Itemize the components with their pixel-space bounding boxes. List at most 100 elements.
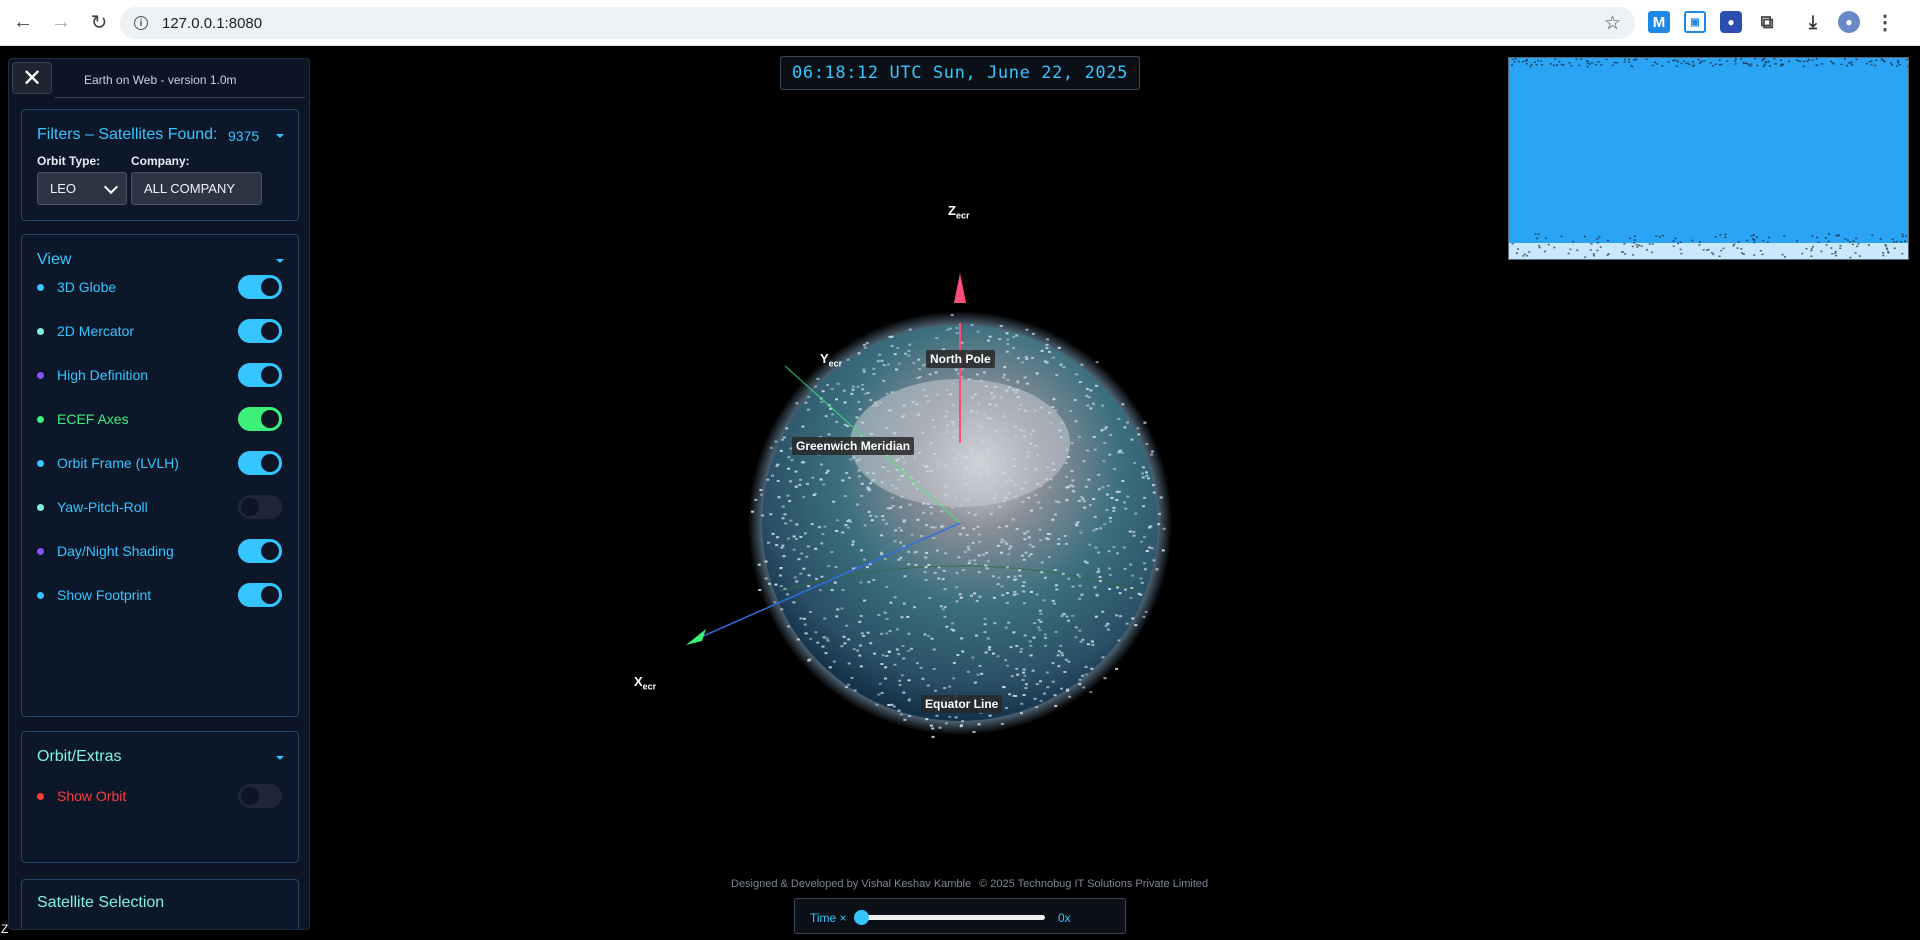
filters-collapse-icon[interactable]: [276, 134, 284, 138]
satellite-marker: [991, 397, 994, 400]
satellite-marker: [1097, 488, 1101, 491]
satellite-marker: [1078, 575, 1082, 578]
close-sidebar-button[interactable]: ✕: [12, 62, 52, 94]
orbit-type-select[interactable]: LEO: [37, 172, 127, 205]
minimap-speck: [1882, 254, 1885, 257]
satellite-marker: [806, 408, 810, 411]
minimap-speck: [1855, 237, 1858, 240]
satellite-marker: [955, 326, 959, 329]
globe-render: [686, 273, 1172, 738]
view-collapse-icon[interactable]: [276, 259, 284, 263]
view-option-toggle[interactable]: [238, 583, 282, 607]
browser-menu-icon[interactable]: ⋮: [1874, 11, 1896, 34]
view-option-toggle[interactable]: [238, 363, 282, 387]
bookmark-star-icon[interactable]: ☆: [1604, 12, 1621, 35]
satellite-marker: [825, 637, 829, 640]
view-option-toggle[interactable]: [238, 495, 282, 519]
minimap-speck: [1733, 243, 1736, 245]
view-option-toggle[interactable]: [238, 407, 282, 431]
minimap-speck: [1773, 58, 1776, 60]
satellite-marker: [1078, 584, 1082, 587]
download-icon[interactable]: ⤓: [1802, 11, 1824, 33]
view-option-toggle[interactable]: [238, 275, 282, 299]
satellite-marker: [1043, 692, 1046, 695]
satellite-marker: [923, 571, 927, 574]
satellite-marker: [1062, 366, 1066, 369]
satellite-marker: [1000, 551, 1004, 554]
satellite-marker: [966, 498, 970, 501]
minimap-speck: [1897, 59, 1899, 62]
forward-arrow-icon[interactable]: →: [44, 6, 78, 40]
satellite-marker: [1133, 461, 1137, 464]
company-select[interactable]: ALL COMPANY: [131, 172, 262, 205]
address-bar[interactable]: i 127.0.0.1:8080 ☆: [120, 7, 1635, 39]
bullet-dot-icon: [37, 548, 44, 555]
satellite-marker: [1017, 408, 1021, 411]
satellite-marker: [990, 392, 994, 395]
minimap-speck: [1650, 251, 1653, 254]
satellite-marker: [821, 645, 825, 648]
satellite-marker: [984, 564, 988, 567]
satellite-marker: [1150, 453, 1153, 456]
mercator-minimap[interactable]: [1508, 57, 1909, 260]
back-arrow-icon[interactable]: ←: [6, 6, 40, 40]
extension-scan-icon[interactable]: ▣: [1684, 11, 1706, 33]
satellite-marker: [1157, 523, 1161, 526]
minimap-speck: [1901, 233, 1904, 236]
satellite-marker: [966, 545, 970, 548]
satellite-marker: [908, 503, 912, 506]
satellite-marker: [820, 575, 824, 578]
minimap-speck: [1560, 235, 1563, 238]
satellite-marker: [970, 447, 973, 450]
minimap-speck: [1598, 236, 1601, 238]
satellite-marker: [1123, 588, 1127, 591]
satellite-marker: [937, 577, 941, 580]
satellite-marker: [979, 379, 983, 382]
extension-m-icon[interactable]: M: [1648, 11, 1670, 33]
satellite-marker: [1145, 550, 1149, 552]
satellite-marker: [1129, 597, 1133, 599]
satellite-marker: [779, 585, 783, 588]
extras-option-toggle[interactable]: [238, 784, 282, 808]
view-option-toggle[interactable]: [238, 539, 282, 563]
satellite-marker: [1131, 574, 1135, 577]
satellite-marker: [934, 689, 937, 692]
minimap-speck: [1567, 252, 1570, 255]
satellite-marker: [881, 654, 885, 657]
time-slider-thumb[interactable]: [854, 910, 869, 925]
satellite-marker: [899, 541, 903, 544]
minimap-speck: [1891, 64, 1893, 66]
satellite-marker: [1065, 475, 1069, 478]
satellite-marker: [988, 440, 992, 443]
satellite-marker: [1030, 509, 1033, 512]
satellite-marker: [1121, 403, 1125, 406]
satellite-marker: [1021, 501, 1025, 504]
satellite-marker: [1029, 654, 1033, 657]
site-info-icon[interactable]: i: [134, 16, 148, 30]
satellite-marker: [1021, 679, 1025, 681]
view-option-toggle[interactable]: [238, 319, 282, 343]
satellite-marker: [959, 596, 963, 599]
satellite-marker: [945, 625, 949, 628]
view-option-toggle[interactable]: [238, 451, 282, 475]
extension-record-icon[interactable]: ●: [1720, 11, 1742, 33]
satellite-marker: [1064, 461, 1068, 464]
minimap-speck: [1651, 64, 1654, 67]
extensions-puzzle-icon[interactable]: ⧉: [1756, 11, 1778, 33]
minimap-speck: [1740, 58, 1743, 60]
reload-icon[interactable]: ↻: [82, 6, 116, 40]
satellite-marker: [966, 670, 970, 673]
satellite-marker: [1090, 640, 1094, 643]
globe-viewport[interactable]: Zecr Yecr Xecr North Pole Greenwich Meri…: [620, 203, 1260, 811]
satellite-marker: [945, 410, 949, 413]
satellite-marker: [782, 555, 786, 558]
profile-avatar-icon[interactable]: ●: [1838, 11, 1860, 33]
time-slider-track[interactable]: [859, 915, 1045, 920]
satellite-marker: [846, 526, 850, 529]
orbit-extras-collapse-icon[interactable]: [276, 756, 284, 760]
satellite-marker: [880, 359, 884, 362]
divider: [55, 97, 305, 98]
minimap-speck: [1718, 255, 1721, 258]
satellite-marker: [1107, 550, 1111, 553]
satellite-marker: [931, 419, 935, 421]
